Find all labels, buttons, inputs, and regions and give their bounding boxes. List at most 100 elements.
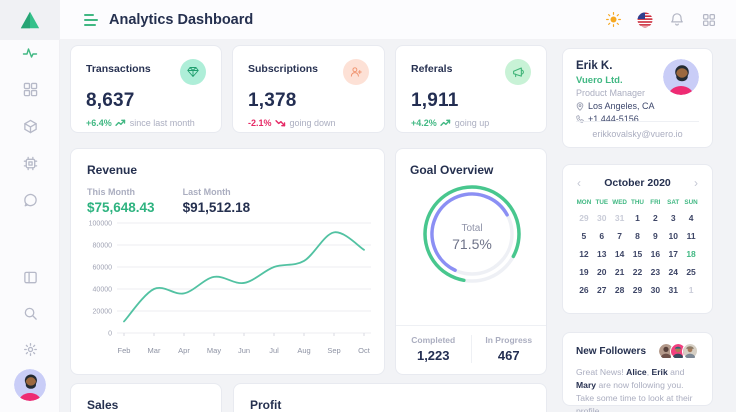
- calendar-card: ‹ October 2020 › MONTUEWEDTHUFRISATSUN29…: [562, 164, 713, 314]
- calendar-day[interactable]: 6: [593, 228, 611, 245]
- stat-label: Transactions: [86, 59, 151, 75]
- sidebar-item-settings[interactable]: [22, 341, 39, 358]
- calendar-day[interactable]: 22: [629, 264, 647, 281]
- this-month-label: This Month: [87, 187, 155, 197]
- calendar-day[interactable]: 30: [593, 210, 611, 227]
- calendar-day-header: TUE: [593, 197, 611, 209]
- sidebar-item-panels[interactable]: [22, 269, 39, 286]
- last-month-value: $91,512.18: [183, 200, 251, 215]
- calendar-day[interactable]: 29: [629, 282, 647, 299]
- stat-delta: +4.2%: [411, 118, 451, 128]
- quick-apps-button[interactable]: [701, 12, 717, 28]
- calendar-day-header: MON: [575, 197, 593, 209]
- followers-avatars[interactable]: [658, 343, 699, 360]
- profile-phone: +1 444-5156: [588, 114, 639, 124]
- sidebar-item-search[interactable]: [22, 305, 39, 322]
- stat-delta: -2.1%: [248, 118, 286, 128]
- calendar-day[interactable]: 10: [664, 228, 682, 245]
- calendar-day[interactable]: 23: [646, 264, 664, 281]
- notifications-button[interactable]: [669, 12, 685, 28]
- calendar-day[interactable]: 12: [575, 246, 593, 263]
- chip-icon: [23, 156, 38, 171]
- triangle-logo-icon: [19, 9, 41, 31]
- revenue-title: Revenue: [87, 163, 368, 177]
- calendar-grid: MONTUEWEDTHUFRISATSUN2930311234567891011…: [575, 197, 700, 299]
- calendar-day[interactable]: 15: [629, 246, 647, 263]
- sidebar-item-messages[interactable]: [22, 192, 39, 209]
- chevron-right-icon[interactable]: ›: [692, 177, 700, 189]
- calendar-day[interactable]: 25: [682, 264, 700, 281]
- calendar-day[interactable]: 8: [629, 228, 647, 245]
- chat-icon: [23, 193, 38, 208]
- trend-up-icon: [115, 119, 126, 127]
- this-month-value: $75,648.43: [87, 200, 155, 215]
- calendar-day[interactable]: 11: [682, 228, 700, 245]
- calendar-day[interactable]: 3: [664, 210, 682, 227]
- stat-note: going up: [455, 118, 490, 128]
- calendar-day[interactable]: 5: [575, 228, 593, 245]
- calendar-day-header: WED: [611, 197, 629, 209]
- calendar-day[interactable]: 4: [682, 210, 700, 227]
- calendar-day-header: THU: [629, 197, 647, 209]
- calendar-day[interactable]: 2: [646, 210, 664, 227]
- profile-avatar[interactable]: [663, 59, 699, 95]
- theme-toggle-button[interactable]: [605, 12, 621, 28]
- stat-note: since last month: [130, 118, 195, 128]
- calendar-day-header: FRI: [646, 197, 664, 209]
- calendar-day[interactable]: 31: [664, 282, 682, 299]
- calendar-day[interactable]: 7: [611, 228, 629, 245]
- calendar-day[interactable]: 13: [593, 246, 611, 263]
- calendar-day[interactable]: 1: [629, 210, 647, 227]
- menu-toggle-icon[interactable]: [84, 14, 98, 26]
- language-selector-button[interactable]: [637, 12, 653, 28]
- calendar-day[interactable]: 27: [593, 282, 611, 299]
- calendar-day[interactable]: 20: [593, 264, 611, 281]
- revenue-card: Revenue This Month $75,648.43 Last Month…: [70, 148, 385, 375]
- svg-text:Oct: Oct: [358, 346, 371, 355]
- sidebar-item-components[interactable]: [22, 155, 39, 172]
- calendar-day[interactable]: 24: [664, 264, 682, 281]
- sidebar-item-packages[interactable]: [22, 118, 39, 135]
- profit-card: Profit: [233, 383, 547, 412]
- calendar-day[interactable]: 30: [646, 282, 664, 299]
- calendar-day[interactable]: 31: [611, 210, 629, 227]
- follower-avatar-mary[interactable]: [682, 343, 699, 360]
- last-month-label: Last Month: [183, 187, 251, 197]
- calendar-day[interactable]: 28: [611, 282, 629, 299]
- goal-in-progress: In Progress 467: [472, 335, 547, 363]
- svg-text:80000: 80000: [93, 243, 113, 250]
- app-logo[interactable]: [0, 0, 60, 40]
- stat-delta: +6.4%: [86, 118, 126, 128]
- svg-text:100000: 100000: [89, 221, 112, 228]
- gear-icon: [23, 342, 38, 357]
- calendar-day[interactable]: 17: [664, 246, 682, 263]
- erik-avatar-icon: [663, 59, 699, 95]
- stat-card-subscriptions: Subscriptions 1,378 -2.1% going down: [232, 45, 385, 133]
- calendar-day[interactable]: 16: [646, 246, 664, 263]
- cube-icon: [23, 119, 38, 134]
- sales-title: Sales: [87, 398, 205, 412]
- goal-outer-arc: [418, 180, 527, 289]
- calendar-day[interactable]: 29: [575, 210, 593, 227]
- megaphone-icon: [505, 59, 531, 85]
- svg-text:Sep: Sep: [327, 346, 340, 355]
- calendar-day[interactable]: 9: [646, 228, 664, 245]
- sidebar-user-avatar[interactable]: [14, 369, 46, 401]
- gem-icon: [180, 59, 206, 85]
- calendar-day[interactable]: 19: [575, 264, 593, 281]
- goal-title: Goal Overview: [410, 163, 532, 177]
- sidebar-item-apps[interactable]: [22, 81, 39, 98]
- stat-label: Subscriptions: [248, 59, 318, 75]
- chevron-left-icon[interactable]: ‹: [575, 177, 583, 189]
- profile-card: Erik K. Vuero Ltd. Product Manager Los A…: [562, 48, 713, 148]
- calendar-day[interactable]: 26: [575, 282, 593, 299]
- calendar-month-label: October 2020: [604, 177, 671, 189]
- calendar-day[interactable]: 21: [611, 264, 629, 281]
- profit-title: Profit: [250, 398, 530, 412]
- profile-email[interactable]: erikkovalsky@vuero.io: [563, 129, 712, 139]
- calendar-day[interactable]: 14: [611, 246, 629, 263]
- calendar-day-selected[interactable]: 18: [682, 246, 700, 263]
- revenue-line-chart: 020000400006000080000100000FebMarAprMayJ…: [79, 215, 377, 365]
- calendar-day[interactable]: 1: [682, 282, 700, 299]
- sidebar-item-dashboard[interactable]: [22, 44, 39, 61]
